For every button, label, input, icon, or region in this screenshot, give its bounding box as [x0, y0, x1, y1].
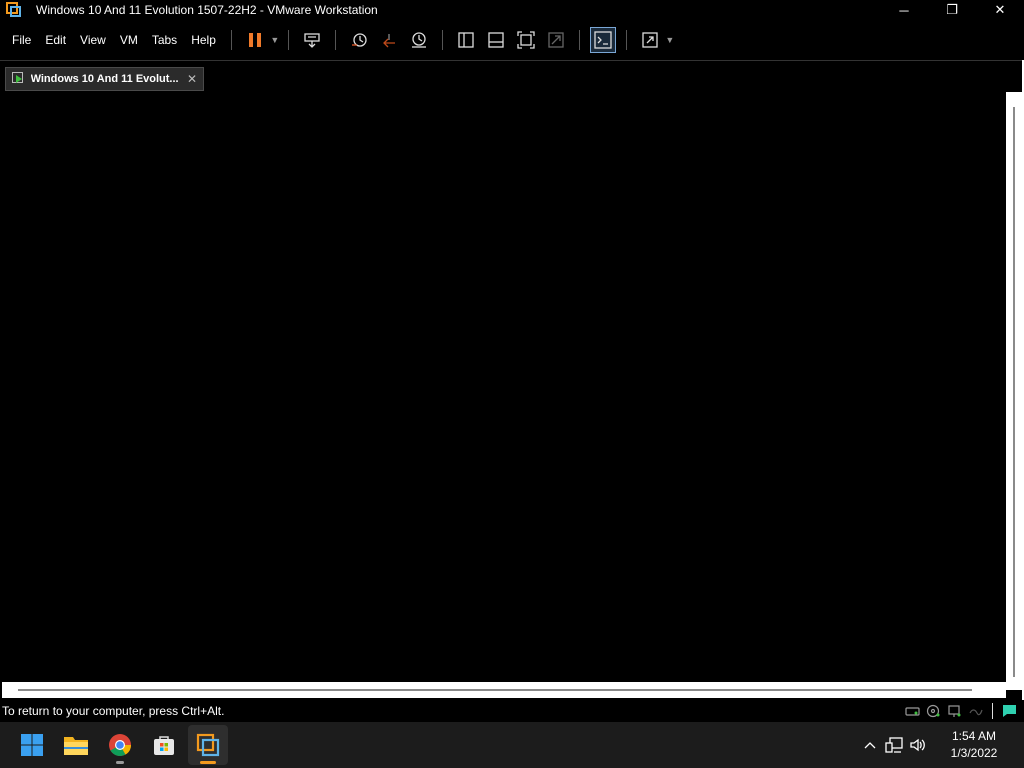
horizontal-scrollbar-thumb[interactable]: [18, 689, 972, 691]
vm-tab-label: Windows 10 And 11 Evolut...: [30, 73, 179, 85]
running-indicator: [116, 761, 124, 764]
toolbar-separator: [230, 30, 232, 50]
full-screen-button[interactable]: [513, 27, 539, 53]
status-message: To return to your computer, press Ctrl+A…: [2, 704, 225, 718]
console-view-button[interactable]: [589, 27, 616, 53]
horizontal-scrollbar[interactable]: [2, 682, 1006, 698]
vmware-app-icon[interactable]: [6, 2, 22, 18]
pause-button[interactable]: [242, 27, 268, 53]
window-title: Windows 10 And 11 Evolution 1507-22H2 - …: [36, 3, 378, 17]
menu-file[interactable]: File: [0, 24, 38, 56]
taskbar-vmware-workstation[interactable]: [188, 725, 228, 765]
active-app-indicator: [200, 761, 216, 764]
show-library-button[interactable]: [453, 27, 479, 53]
title-bar: Windows 10 And 11 Evolution 1507-22H2 - …: [0, 0, 1024, 20]
toolbar-separator: [625, 30, 627, 50]
toolbar-separator: [578, 30, 580, 50]
close-tab-icon[interactable]: ✕: [187, 72, 197, 86]
network-icon[interactable]: [882, 733, 906, 757]
full-screen-icon: [517, 31, 535, 49]
system-clock[interactable]: 1:54 AM 1/3/2022: [930, 728, 1018, 762]
microsoft-store-icon: [154, 736, 174, 755]
send-ctrl-alt-del-button[interactable]: [299, 27, 325, 53]
snapshot-icon: [351, 33, 367, 47]
toolbar-separator: [441, 30, 443, 50]
taskbar-chrome[interactable]: [100, 725, 140, 765]
toolbar-separator: [334, 30, 336, 50]
menu-tabs[interactable]: Tabs: [145, 24, 184, 56]
stretch-dropdown-chevron-down-icon[interactable]: ▼: [665, 27, 675, 53]
clock-time: 1:54 AM: [951, 729, 997, 743]
menu-edit[interactable]: Edit: [38, 24, 73, 56]
menu-help[interactable]: Help: [184, 24, 223, 56]
send-ctrl-alt-del-icon: [304, 33, 320, 48]
thumbnail-bar-icon: [488, 32, 504, 48]
unity-button[interactable]: [543, 27, 569, 53]
menu-view[interactable]: View: [73, 24, 113, 56]
vertical-scrollbar-thumb[interactable]: [1013, 107, 1015, 677]
taskbar-file-explorer[interactable]: [56, 725, 96, 765]
message-log-icon[interactable]: [1001, 703, 1018, 719]
cd-dvd-icon[interactable]: [925, 703, 942, 719]
pause-dropdown-chevron-down-icon[interactable]: ▼: [270, 27, 280, 53]
system-tray: 1:54 AM 1/3/2022: [858, 722, 1024, 768]
start-button[interactable]: [12, 725, 52, 765]
vm-running-icon: [12, 72, 26, 86]
vertical-scrollbar[interactable]: [1006, 92, 1022, 690]
revert-snapshot-icon: [382, 34, 395, 48]
snapshot-manager-button[interactable]: [406, 27, 432, 53]
minimize-button[interactable]: ─: [880, 0, 928, 20]
file-explorer-icon: [64, 737, 88, 755]
thumbnail-bar-button[interactable]: [483, 27, 509, 53]
menu-vm[interactable]: VM: [113, 24, 145, 56]
close-button[interactable]: ✕: [976, 0, 1024, 20]
unity-icon: [548, 32, 564, 48]
window-controls: ─ ❐ ✕: [880, 0, 1024, 20]
pause-icon: [248, 33, 261, 47]
chrome-icon: [109, 734, 131, 756]
console-view-icon: [594, 31, 612, 49]
restore-button[interactable]: ❐: [928, 0, 976, 20]
stretch-guest-button[interactable]: [637, 27, 663, 53]
vm-console-display[interactable]: [2, 92, 1006, 682]
revert-snapshot-button[interactable]: [376, 27, 402, 53]
toolbar-separator: [287, 30, 289, 50]
vm-tab-strip: Windows 10 And 11 Evolut... ✕: [0, 60, 1024, 92]
status-separator: [992, 703, 993, 719]
windows-taskbar: 1:54 AM 1/3/2022: [0, 722, 1024, 768]
vmware-workstation-icon: [196, 733, 220, 757]
snapshot-manager-icon: [411, 32, 426, 48]
status-bar: To return to your computer, press Ctrl+A…: [0, 700, 1024, 722]
device-status-icons: [904, 703, 1018, 719]
taskbar-microsoft-store[interactable]: [144, 725, 184, 765]
volume-icon[interactable]: [906, 733, 930, 757]
take-snapshot-button[interactable]: [346, 27, 372, 53]
clock-date: 1/3/2022: [950, 746, 998, 760]
show-hidden-icons-icon[interactable]: [858, 733, 882, 757]
start-icon: [21, 734, 43, 756]
stretch-guest-icon: [642, 32, 658, 48]
show-library-icon: [458, 32, 474, 48]
network-adapter-icon[interactable]: [946, 703, 963, 719]
usb-icon[interactable]: [967, 703, 984, 719]
hard-disk-icon[interactable]: [904, 703, 921, 719]
vm-tab[interactable]: Windows 10 And 11 Evolut... ✕: [5, 67, 204, 91]
menu-toolbar: File Edit View VM Tabs Help ▼ ▼: [0, 24, 1024, 56]
